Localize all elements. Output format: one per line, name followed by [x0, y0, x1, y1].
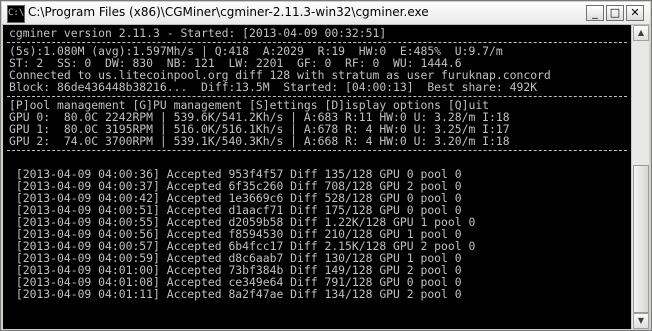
- header-line: cgminer version 2.11.3 - Started: [2013-…: [9, 26, 387, 40]
- maximize-button[interactable]: □: [606, 5, 624, 21]
- title-bar[interactable]: C:\ C:\Program Files (x86)\CGMiner\cgmin…: [2, 2, 650, 25]
- scrollbar-thumb[interactable]: [633, 165, 649, 313]
- scroll-down-arrow-icon[interactable]: ▼: [633, 313, 649, 329]
- scroll-up-arrow-icon[interactable]: ▲: [633, 25, 649, 41]
- window-title: C:\Program Files (x86)\CGMiner\cgminer-2…: [28, 5, 429, 19]
- vertical-scrollbar[interactable]: ▲ ▼: [631, 25, 649, 329]
- close-button[interactable]: ✕: [626, 5, 644, 21]
- divider: [7, 42, 627, 43]
- gpu-line: GPU 2: 74.0C 3700RPM | 539.1K/540.3Kh/s …: [9, 134, 510, 148]
- status-line: Block: 86de436448b38216... Diff:13.5M St…: [9, 80, 538, 94]
- console-icon[interactable]: C:\: [7, 5, 25, 23]
- divider: [7, 150, 627, 151]
- console-window: C:\ C:\Program Files (x86)\CGMiner\cgmin…: [0, 0, 652, 331]
- log-line: [2013-04-09 04:01:11] Accepted 8a2f47ae …: [9, 287, 462, 301]
- minimize-button[interactable]: _: [586, 5, 604, 21]
- divider: [7, 96, 627, 97]
- console-output[interactable]: cgminer version 2.11.3 - Started: [2013-…: [3, 25, 631, 329]
